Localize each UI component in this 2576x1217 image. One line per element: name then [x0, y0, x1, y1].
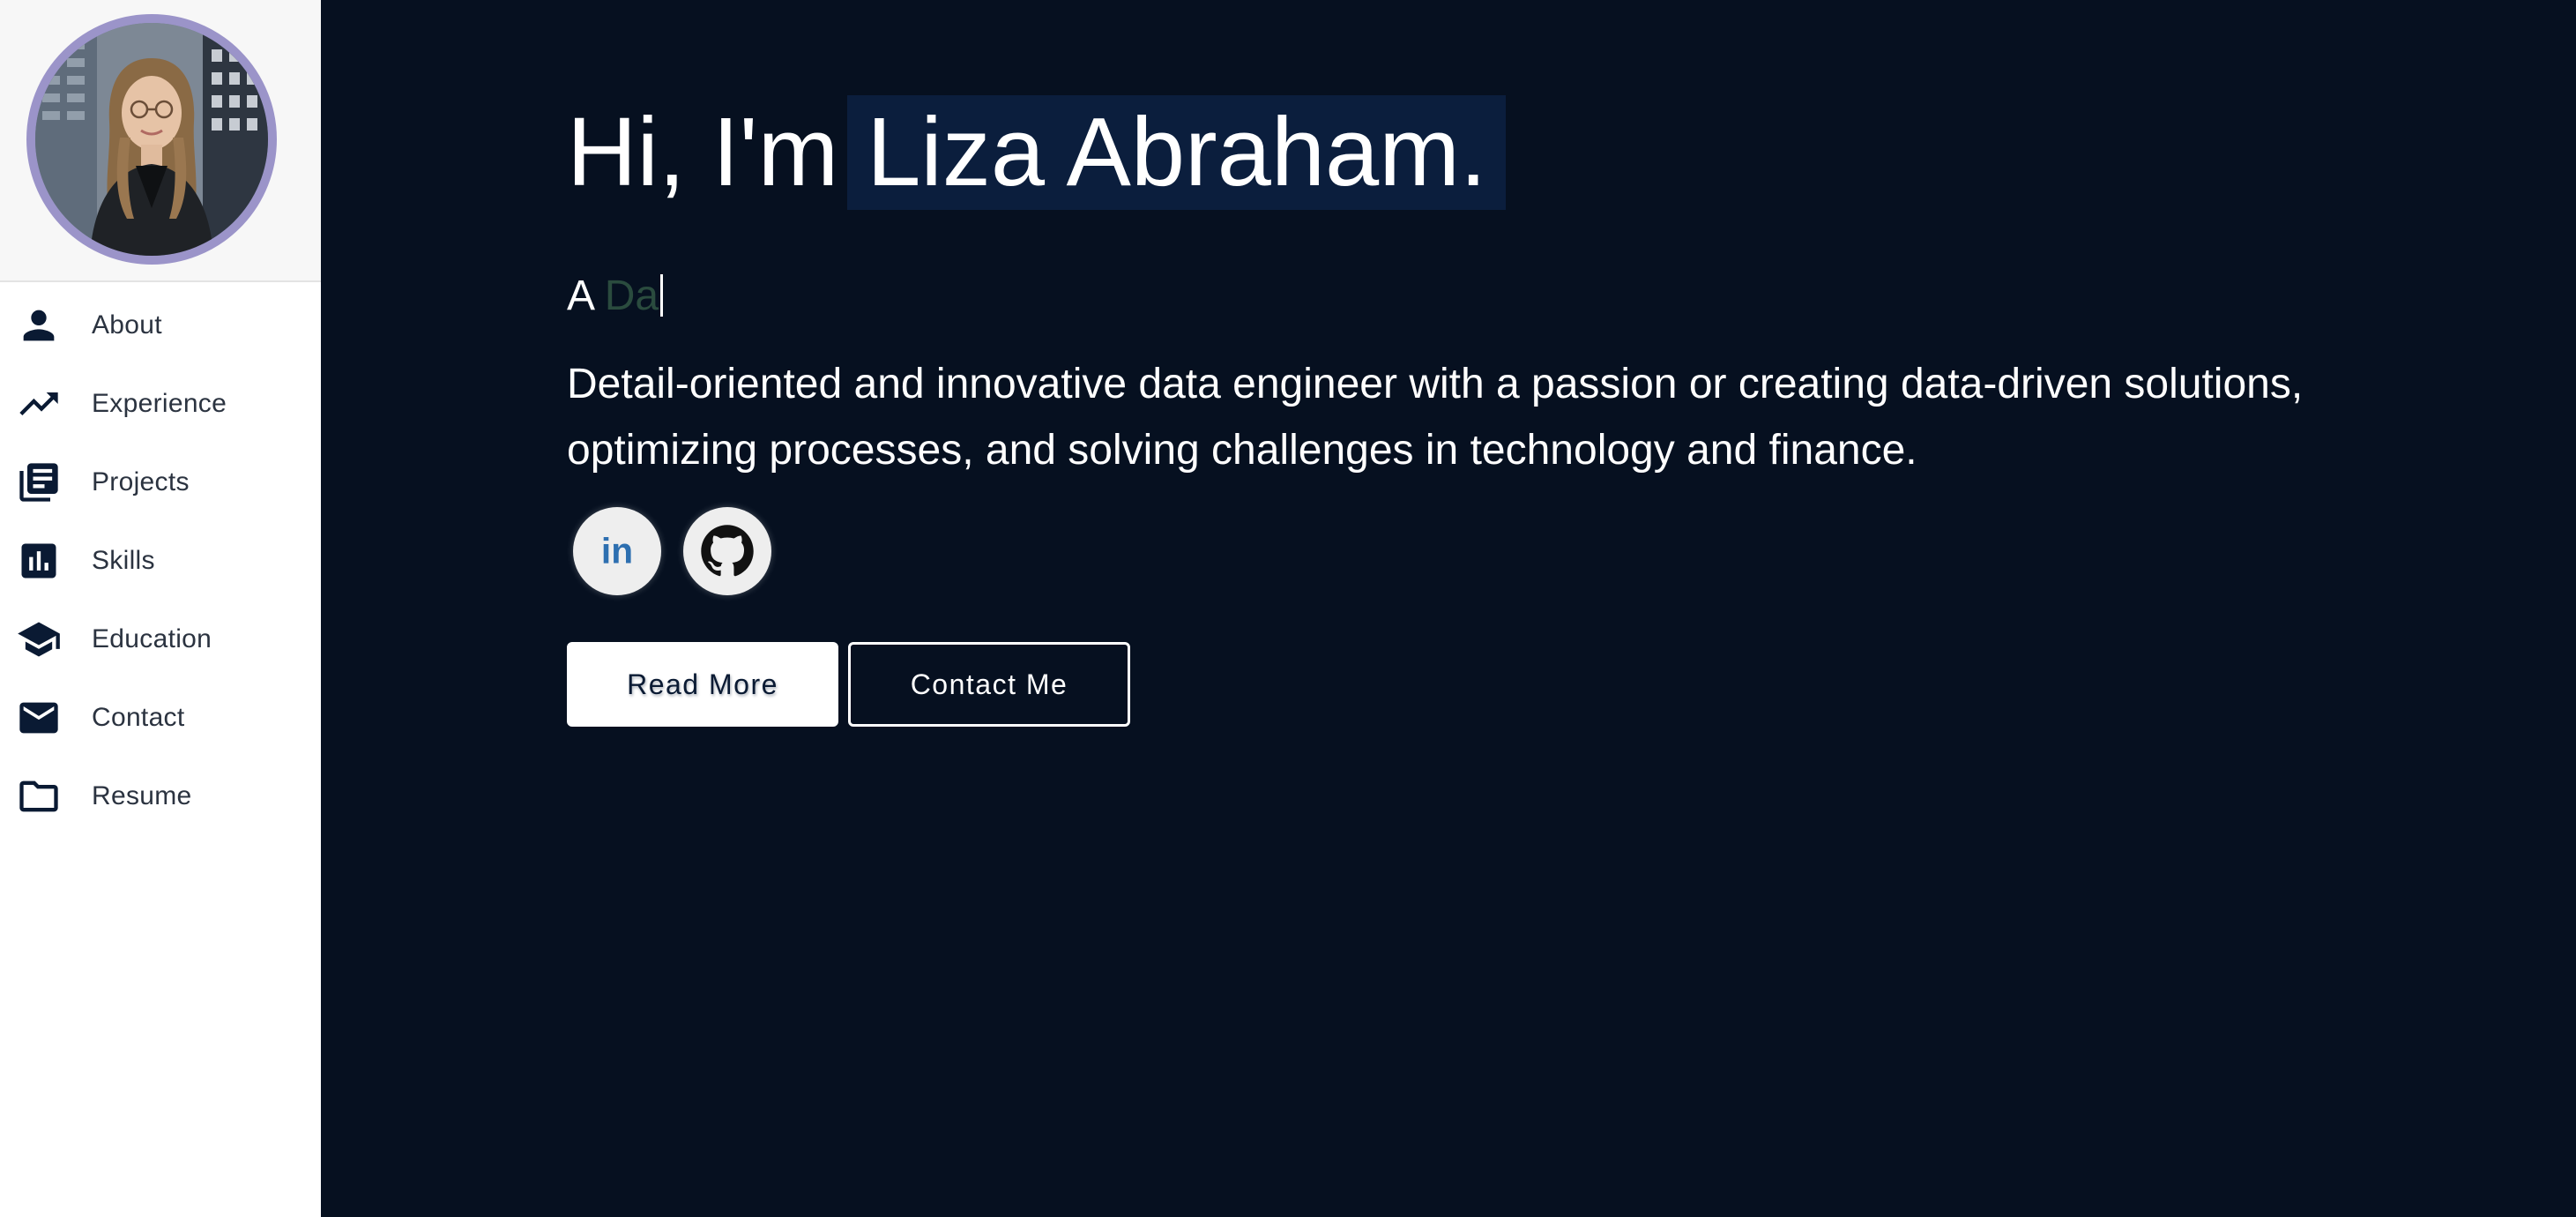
avatar — [26, 14, 277, 265]
sidebar-item-education[interactable]: Education — [0, 600, 321, 678]
typed-role-line: A Da — [567, 270, 664, 323]
hero-section: Hi, I'm Liza Abraham. A Da Detail-oriente… — [321, 0, 2576, 1217]
github-link[interactable] — [683, 507, 771, 595]
bar-chart-icon — [16, 538, 62, 584]
sidebar-item-contact[interactable]: Contact — [0, 678, 321, 757]
trending-up-icon — [16, 381, 62, 427]
hero-headline: Hi, I'm Liza Abraham. — [567, 95, 1507, 210]
linkedin-icon: in — [601, 531, 633, 571]
sidebar-item-projects[interactable]: Projects — [0, 443, 321, 521]
sidebar-item-label: Education — [92, 623, 212, 653]
graduation-cap-icon — [16, 616, 62, 662]
sidebar-nav: About Experience Projects Skills Educati… — [0, 286, 321, 835]
sidebar: About Experience Projects Skills Educati… — [0, 0, 321, 1217]
sidebar-item-label: Projects — [92, 467, 190, 497]
read-more-button[interactable]: Read More — [567, 642, 838, 727]
sidebar-item-label: About — [92, 310, 162, 340]
sidebar-item-about[interactable]: About — [0, 286, 321, 364]
person-icon — [16, 302, 62, 348]
sidebar-item-label: Contact — [92, 702, 185, 732]
folder-icon — [16, 773, 62, 819]
sidebar-item-resume[interactable]: Resume — [0, 757, 321, 835]
svg-text:in: in — [601, 531, 633, 571]
typing-caret — [660, 274, 664, 317]
mail-icon — [16, 695, 62, 741]
sidebar-item-experience[interactable]: Experience — [0, 364, 321, 443]
linkedin-link[interactable]: in — [573, 507, 661, 595]
github-icon — [701, 525, 754, 577]
name-highlight: Liza Abraham. — [847, 95, 1507, 210]
greeting-text: Hi, I'm — [567, 98, 839, 206]
library-books-icon — [16, 459, 62, 505]
sidebar-item-label: Skills — [92, 545, 155, 575]
contact-me-button[interactable]: Contact Me — [848, 642, 1130, 727]
typed-text: Da — [604, 273, 659, 319]
sidebar-item-label: Resume — [92, 780, 192, 810]
sidebar-item-skills[interactable]: Skills — [0, 521, 321, 600]
profile-header — [0, 0, 321, 282]
sidebar-item-label: Experience — [92, 388, 227, 418]
typed-prefix: A — [567, 273, 593, 319]
hero-description: Detail-oriented and innovative data engi… — [567, 361, 2304, 474]
